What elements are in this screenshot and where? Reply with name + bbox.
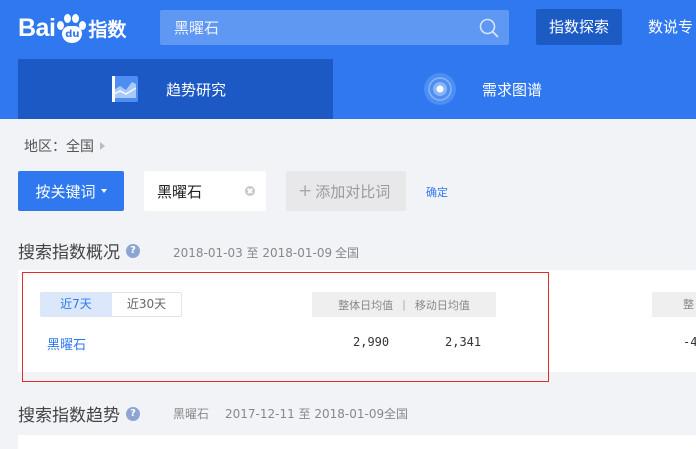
column-header-cut: 整 [652,292,696,317]
trend-chart-icon [112,76,138,102]
help-icon[interactable]: ? [126,243,140,258]
tab-trend-research[interactable]: 趋势研究 [18,59,333,119]
add-compare-label: 添加对比词 [315,182,391,201]
dropdown-arrow-icon [100,189,107,193]
overview-date-range: 2018-01-03 至 2018-01-09 [173,246,333,260]
highlight-box [22,272,549,382]
tab-trend-label: 趋势研究 [166,80,227,99]
keyword-chip-text: 黑曜石 [157,183,203,201]
tab-demand-label: 需求图谱 [482,80,543,99]
remove-keyword-icon[interactable] [245,186,255,196]
tab-demand-graph[interactable]: 需求图谱 [333,59,696,119]
top-header: Bai du 指数 指数探索 数说专 [0,0,696,59]
add-compare-button[interactable]: + 添加对比词 [286,171,406,211]
trend-title: 搜索指数趋势 ? [18,401,140,426]
overview-title-text: 搜索指数概况 [18,243,120,263]
paw-icon: du [56,12,87,44]
trend-keyword: 黑曜石 [173,407,210,421]
logo-text-bai: Bai [18,13,56,42]
cut-value: -4 [683,335,696,349]
search-input[interactable] [160,10,470,45]
confirm-link[interactable]: 确定 [426,184,448,200]
nav-data-talk[interactable]: 数说专 [636,9,696,45]
baidu-index-logo[interactable]: Bai du 指数 [18,8,126,48]
trend-title-text: 搜索指数趋势 [18,406,120,426]
plus-icon: + [298,181,313,201]
overview-region: 全国 [335,246,360,260]
keyword-mode-button[interactable]: 按关键词 [18,171,124,211]
overview-title: 搜索指数概况 ? [18,238,140,263]
logo-paw-text: du [62,26,83,43]
region-label: 地区：全国 [24,139,94,155]
demand-graph-icon [424,73,456,105]
search-bar [160,10,509,45]
trend-card [18,435,696,449]
logo-text-index: 指数 [88,18,127,41]
help-icon[interactable]: ? [126,406,140,421]
region-selector[interactable]: 地区：全国 [24,136,105,156]
nav-index-explore[interactable]: 指数探索 [536,9,623,45]
caret-right-icon [100,142,105,150]
trend-region: 全国 [384,407,409,421]
keyword-mode-label: 按关键词 [35,182,96,201]
keyword-chip[interactable]: 黑曜石 [144,171,266,211]
search-icon[interactable] [479,18,499,38]
sub-navigation: 趋势研究 需求图谱 [0,59,696,119]
trend-date-range: 2017-12-11 至 2018-01-09 [225,407,385,421]
